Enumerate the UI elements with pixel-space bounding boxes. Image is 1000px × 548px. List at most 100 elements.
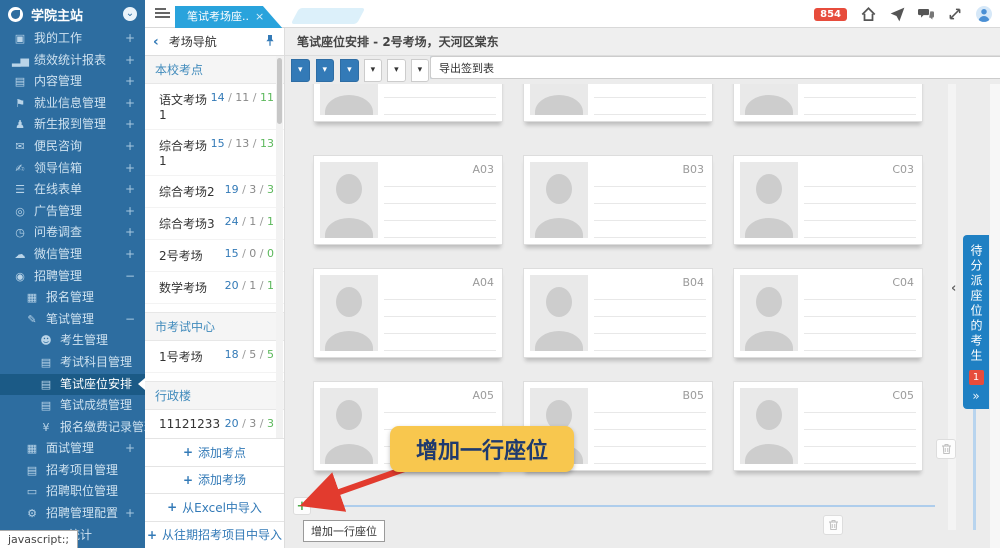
send-icon[interactable] [889, 6, 905, 22]
expand-icon[interactable]: + [125, 114, 135, 136]
sidebar-item-14[interactable]: ☻考生管理 [0, 330, 145, 352]
nav-action-0[interactable]: +添加考点 [145, 438, 284, 466]
sidebar-item-label: 领导信箱 [34, 161, 82, 175]
exam-room-item[interactable]: 综合考场324 / 1 / 1 [145, 208, 284, 240]
panel-collapse-chevron-icon[interactable]: ‹ [951, 281, 956, 296]
expand-icon[interactable]: + [125, 158, 135, 180]
sidebar-item-1[interactable]: ▂▅绩效统计报表+ [0, 50, 145, 72]
expand-icon[interactable]: + [125, 503, 135, 525]
pending-students-tab[interactable]: 待分派座位的考生 1 » [963, 235, 989, 409]
seat-scroll-track[interactable] [948, 84, 956, 530]
expand-icon[interactable] [947, 6, 963, 22]
sidebar-item-label: 笔试管理 [46, 312, 94, 326]
dropdown-caret-icon[interactable]: ▾ [291, 59, 310, 82]
sidebar-item-9[interactable]: ◷问卷调查+ [0, 222, 145, 244]
exam-room-item[interactable]: 2号考场15 / 0 / 0 [145, 240, 284, 272]
sidebar-item-3[interactable]: ⚑就业信息管理+ [0, 93, 145, 115]
sidebar-item-22[interactable]: ⚙招聘管理配置+ [0, 503, 145, 525]
sidebar-item-6[interactable]: ✍领导信箱+ [0, 158, 145, 180]
tab-close-icon[interactable]: × [255, 10, 264, 23]
sidebar-item-11[interactable]: ◉招聘管理− [0, 266, 145, 288]
tab-exam-seats[interactable]: 笔试考场座..× [175, 6, 282, 28]
sidebar-item-label: 就业信息管理 [34, 96, 106, 110]
exam-room-item[interactable]: 综合考场219 / 3 / 3 [145, 176, 284, 208]
sidebar-item-label: 招聘管理 [34, 269, 82, 283]
sidebar-item-2[interactable]: ▤内容管理+ [0, 71, 145, 93]
seat-card-B04[interactable]: B04 [523, 268, 713, 358]
seat-card-B03[interactable]: B03 [523, 155, 713, 245]
home-icon[interactable] [860, 6, 876, 22]
delete-row-button-bottom[interactable] [823, 515, 843, 535]
seat-card[interactable] [733, 84, 923, 122]
exam-room-item[interactable]: 综合考场115 / 13 / 13 [145, 130, 284, 176]
expand-icon[interactable]: + [125, 244, 135, 266]
sidebar-toggle-icon[interactable] [155, 7, 170, 20]
expand-icon[interactable]: + [125, 50, 135, 72]
expand-icon[interactable]: + [125, 71, 135, 93]
dropdown-caret-icon[interactable]: ▾ [340, 59, 359, 82]
seat-card-C05[interactable]: C05 [733, 381, 923, 471]
seat-card-C04[interactable]: C04 [733, 268, 923, 358]
double-chevron-icon[interactable]: » [972, 389, 979, 403]
expand-icon[interactable]: + [125, 438, 135, 460]
expand-icon[interactable]: + [125, 136, 135, 158]
seat-card[interactable] [313, 84, 503, 122]
seat-card-C03[interactable]: C03 [733, 155, 923, 245]
sidebar-item-13[interactable]: ✎ 笔试管理 − [0, 309, 145, 331]
nav-section-header: 行政楼 [145, 381, 284, 410]
user-avatar-icon[interactable] [976, 6, 992, 22]
nav-scrollbar[interactable] [276, 56, 283, 438]
gear-icon: ⚙ [24, 503, 40, 525]
nav-action-1[interactable]: +添加考场 [145, 466, 284, 494]
seat-card-A04[interactable]: A04 [313, 268, 503, 358]
seat-info: B03 [594, 162, 706, 238]
expand-icon[interactable]: + [125, 179, 135, 201]
sidebar-item-15[interactable]: ▤考试科目管理 [0, 352, 145, 374]
expand-icon[interactable]: + [125, 28, 135, 50]
collapse-icon[interactable]: − [125, 309, 135, 331]
sidebar-item-20[interactable]: ▤招考项目管理 [0, 460, 145, 482]
chat-icon[interactable] [918, 6, 934, 22]
seat-photo-placeholder [320, 84, 378, 115]
back-chevron-icon[interactable]: ‹ [153, 34, 159, 50]
dropdown-caret-icon[interactable]: ▾ [387, 59, 406, 82]
sidebar-item-0[interactable]: ▣我的工作+ [0, 28, 145, 50]
collapse-icon[interactable]: − [125, 266, 135, 288]
exam-room-item[interactable]: 语文考场114 / 11 / 11 [145, 84, 284, 130]
sidebar-item-label: 笔试成绩管理 [60, 398, 132, 412]
nav-action-2[interactable]: +从Excel中导入 [145, 493, 284, 521]
delete-row-button-side[interactable] [936, 439, 956, 459]
expand-icon[interactable]: + [125, 201, 135, 223]
pin-icon[interactable] [264, 34, 276, 50]
toolbar-button[interactable]: 导出签到表 [430, 56, 1000, 79]
sidebar-item-10[interactable]: ☁微信管理+ [0, 244, 145, 266]
dropdown-caret-icon[interactable]: ▾ [411, 59, 430, 82]
sidebar-item-19[interactable]: ▦面试管理+ [0, 438, 145, 460]
expand-icon[interactable]: + [125, 93, 135, 115]
sidebar-item-21[interactable]: ▭招聘职位管理 [0, 481, 145, 503]
dropdown-caret-icon[interactable]: ▾ [364, 59, 383, 82]
exam-room-item[interactable]: 1112123320 / 3 / 3 [145, 410, 284, 438]
sidebar-item-18[interactable]: ¥报名缴费记录管理 [0, 417, 145, 439]
seat-card-A03[interactable]: A03 [313, 155, 503, 245]
sidebar-item-7[interactable]: ☰在线表单+ [0, 179, 145, 201]
sidebar-item-4[interactable]: ♟新生报到管理+ [0, 114, 145, 136]
sidebar-item-17[interactable]: ▤笔试成绩管理 [0, 395, 145, 417]
seat-photo-placeholder [320, 388, 378, 464]
sidebar-item-5[interactable]: ✉便民咨询+ [0, 136, 145, 158]
pencil-icon: ✎ [24, 309, 40, 331]
sidebar-collapse-icon[interactable]: ⌄ [123, 7, 137, 21]
sidebar-item-8[interactable]: ◎广告管理+ [0, 201, 145, 223]
logo-row[interactable]: 学院主站 ⌄ [0, 0, 145, 28]
dropdown-caret-icon[interactable]: ▾ [316, 59, 335, 82]
seat-card[interactable] [523, 84, 713, 122]
exam-room-item[interactable]: 1号考场18 / 5 / 5 [145, 341, 284, 373]
sidebar-item-16[interactable]: ▤笔试座位安排 [0, 374, 145, 396]
notification-badge[interactable]: 854 [814, 8, 847, 21]
nav-action-label: 从往期招考项目中导入 [162, 526, 282, 543]
sidebar-item-12[interactable]: ▦报名管理 [0, 287, 145, 309]
add-row-button[interactable]: + [293, 497, 311, 515]
nav-action-3[interactable]: +从往期招考项目中导入 [145, 521, 284, 548]
expand-icon[interactable]: + [125, 222, 135, 244]
exam-room-item[interactable]: 数学考场20 / 1 / 1 [145, 272, 284, 304]
